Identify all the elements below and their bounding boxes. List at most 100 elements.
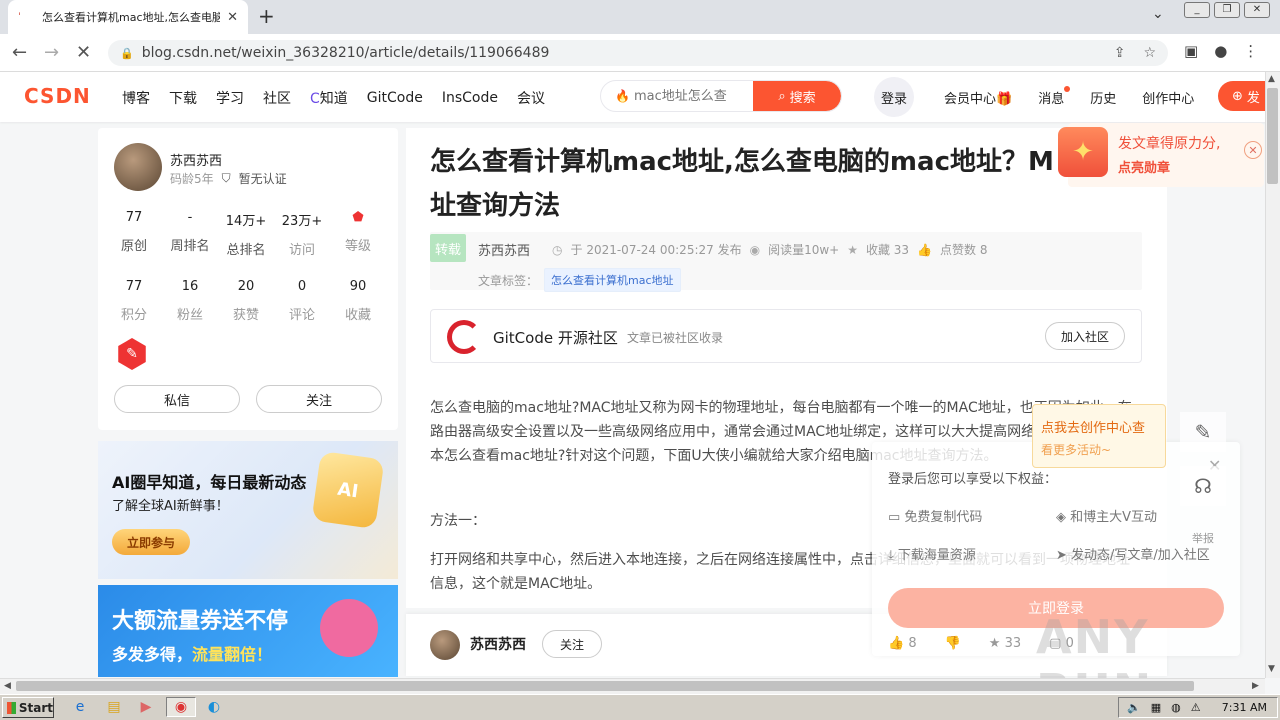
edit-icon[interactable]: ✎ [1180, 412, 1226, 452]
vertical-scroll-thumb[interactable] [1267, 88, 1278, 184]
stat-favorites: 90 收藏 [330, 279, 386, 323]
close-window-icon[interactable]: ✕ [1244, 2, 1270, 18]
profile-icon[interactable]: ● [1214, 42, 1227, 60]
nav-inscode[interactable]: InsCode [442, 90, 498, 106]
ad2-subtitle: 多发多得，流量翻倍！ [112, 641, 272, 665]
security-icon[interactable]: ◍ [1171, 701, 1181, 714]
scroll-up-icon[interactable]: ▲ [1268, 74, 1275, 84]
login-button[interactable]: 登录 [874, 77, 914, 117]
stat-level[interactable]: ⬟ 等级 [330, 210, 386, 258]
tab-search-chevron-icon[interactable]: ⌄ [1152, 6, 1164, 22]
system-tray: 🔈 ▦ ◍ ⚠ 7:31 AM [1118, 697, 1278, 718]
nav-gitcode[interactable]: GitCode [367, 90, 423, 106]
network-icon[interactable]: ▦ [1151, 701, 1161, 714]
creator-center-tip[interactable]: 点我去创作中心查 看更多活动~ [1032, 404, 1166, 468]
nav-download[interactable]: 下载 [169, 88, 197, 108]
stop-icon[interactable]: ✕ [76, 42, 91, 63]
volume-icon[interactable]: 🔈 [1127, 701, 1141, 714]
scroll-right-icon[interactable]: ▶ [1252, 681, 1259, 691]
dislike-icon[interactable]: 👎 [945, 636, 961, 651]
ai-news-ad[interactable]: AI圈早知道，每日最新动态 了解全球AI新鲜事！ 立即参与 AI [98, 441, 398, 579]
footer-follow-button[interactable]: 关注 [542, 630, 602, 658]
clock[interactable]: 7:31 AM [1222, 701, 1277, 714]
folder-icon[interactable]: ▤ [102, 697, 126, 717]
ie-icon[interactable]: e [68, 697, 92, 717]
promo-close-icon[interactable]: ✕ [1244, 141, 1262, 159]
gitcode-title[interactable]: GitCode 开源社区 [493, 327, 618, 348]
nav-zhidao[interactable]: C知道 [310, 88, 348, 108]
favorite-action-count: 33 [1004, 636, 1022, 651]
vip-center-label: 会员中心 [944, 92, 997, 107]
stat-label: 原创 [120, 239, 147, 254]
minimize-icon[interactable]: _ [1184, 2, 1210, 18]
scroll-left-icon[interactable]: ◀ [4, 681, 11, 691]
stat-week-rank[interactable]: - 周排名 [162, 210, 218, 258]
benefit-download: ⤓ 下载海量资源 [888, 544, 976, 563]
nav-community[interactable]: 社区 [263, 88, 291, 108]
ad1-join-button[interactable]: 立即参与 [112, 529, 190, 555]
footer-author-name[interactable]: 苏西苏西 [470, 634, 526, 654]
article-author[interactable]: 苏西苏西 [478, 240, 530, 259]
new-tab-icon[interactable]: + [258, 4, 275, 28]
private-message-button[interactable]: 私信 [114, 385, 240, 413]
stat-original[interactable]: 77 原创 [106, 210, 162, 258]
media-player-icon[interactable]: ▶ [134, 697, 158, 717]
stat-points: 77 积分 [106, 279, 162, 323]
scroll-down-icon[interactable]: ▼ [1268, 664, 1275, 674]
back-icon[interactable]: ← [12, 42, 27, 63]
follow-button[interactable]: 关注 [256, 385, 382, 413]
url-bar[interactable]: 🔒 blog.csdn.net/weixin_36328210/article/… [108, 40, 1168, 66]
edge-icon[interactable]: ◐ [202, 697, 226, 717]
avatar[interactable] [114, 143, 162, 191]
benefit-text: 和博主大V互动 [1070, 510, 1158, 525]
tag-link[interactable]: 怎么查看计算机mac地址 [544, 268, 681, 292]
lock-icon[interactable]: 🔒 [120, 47, 134, 60]
report-button[interactable]: 举报 [1192, 530, 1214, 546]
nav-learn[interactable]: 学习 [216, 88, 244, 108]
like-action-count: 8 [908, 636, 917, 651]
chrome-taskbar-icon[interactable]: ◉ [166, 697, 196, 717]
like-action[interactable]: 👍 8 [888, 636, 917, 651]
url-text[interactable]: blog.csdn.net/weixin_36328210/article/de… [142, 45, 550, 61]
nav-blog[interactable]: 博客 [122, 88, 150, 108]
star-icon: ★ [988, 636, 1005, 651]
side-panel-icon[interactable]: ▣ [1184, 42, 1198, 60]
warning-icon[interactable]: ⚠ [1191, 701, 1201, 714]
stat-value: 77 [125, 279, 143, 294]
ad2-subtitle-b: 流量翻倍！ [192, 645, 273, 664]
stat-fans[interactable]: 16 粉丝 [162, 279, 218, 323]
gift-icon: 🎁 [996, 92, 1013, 107]
stat-total-rank[interactable]: 14万+ 总排名 [218, 210, 274, 258]
traffic-coupon-ad[interactable]: 大额流量券送不停 多发多得，流量翻倍！ [98, 585, 398, 677]
stat-value: 23万+ [281, 214, 323, 229]
profile-name[interactable]: 苏西苏西 [170, 150, 222, 169]
creator-promo-popup[interactable]: ✦ 发文章得原力分, 点亮勋章 ✕ [1058, 123, 1264, 187]
start-button[interactable]: Start [2, 697, 54, 718]
forward-icon[interactable]: → [44, 42, 59, 63]
menu-icon[interactable]: ⋮ [1243, 42, 1258, 60]
csdn-logo[interactable]: CSDN [24, 84, 91, 108]
benefit-text: 下载海量资源 [897, 548, 976, 563]
thumbs-up-icon: 👍 [917, 242, 933, 257]
stat-value: 90 [349, 279, 367, 294]
browser-tab[interactable]: ˈ 怎么查看计算机mac地址,怎么查电脑 ✕ [8, 0, 248, 34]
footer-avatar[interactable] [430, 630, 460, 660]
search-button[interactable]: ⌕ 搜索 [753, 81, 841, 111]
bookmark-star-icon[interactable]: ☆ [1143, 45, 1156, 61]
nav-meeting[interactable]: 会议 [517, 88, 545, 108]
tab-close-icon[interactable]: ✕ [227, 10, 238, 25]
history-link[interactable]: 历史 [1090, 88, 1116, 107]
stat-label: 总排名 [226, 243, 266, 258]
url-bar-icons: ⇪ ☆ [1114, 45, 1168, 61]
messages-link[interactable]: 消息 [1038, 86, 1071, 107]
horizontal-scroll-thumb[interactable] [16, 681, 1194, 691]
creator-center-link[interactable]: 创作中心 [1142, 88, 1194, 107]
tip-line-2: 看更多活动~ [1041, 443, 1112, 457]
share-icon[interactable]: ⇪ [1114, 45, 1126, 61]
favorite-action[interactable]: ★ 33 [989, 636, 1021, 651]
headset-icon[interactable]: ☊ [1180, 466, 1226, 506]
vip-center-link[interactable]: 会员中心🎁 [944, 88, 1012, 107]
search-input[interactable] [633, 88, 754, 104]
restore-icon[interactable]: ❐ [1214, 2, 1240, 18]
join-community-button[interactable]: 加入社区 [1045, 322, 1125, 350]
